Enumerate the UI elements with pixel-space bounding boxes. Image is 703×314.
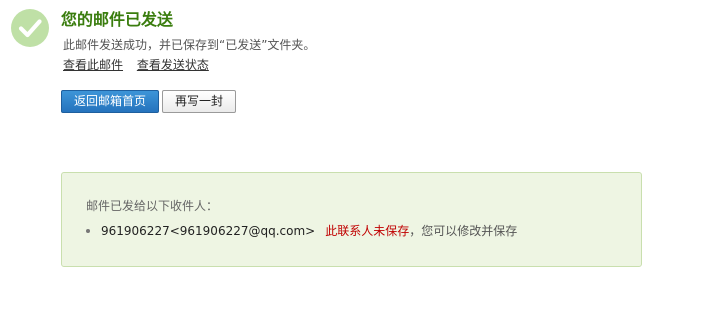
recipients-panel: 邮件已发给以下收件人： 961906227<961906227@qq.com> 此…: [61, 172, 642, 267]
send-success-page: 您的邮件已发送 此邮件发送成功，并已保存到“已发送”文件夹。 查看此邮件 查看发…: [0, 0, 703, 314]
success-message: 此邮件发送成功，并已保存到“已发送”文件夹。: [63, 38, 316, 52]
recipient-item: 961906227<961906227@qq.com> 此联系人未保存，您可以修改…: [86, 223, 517, 239]
page-title: 您的邮件已发送: [61, 10, 174, 29]
recipients-panel-title: 邮件已发给以下收件人：: [86, 199, 219, 213]
contact-not-saved-link[interactable]: 此联系人未保存: [325, 224, 409, 238]
action-links: 查看此邮件 查看发送状态: [63, 57, 219, 73]
view-status-link[interactable]: 查看发送状态: [137, 58, 209, 72]
recipient-address: 961906227<961906227@qq.com>: [101, 224, 316, 238]
write-another-button[interactable]: 再写一封: [162, 90, 237, 113]
back-to-inbox-button[interactable]: 返回邮箱首页: [61, 90, 160, 113]
check-circle-icon: [11, 9, 49, 47]
save-contact-hint: ，您可以修改并保存: [409, 224, 518, 238]
bullet-icon: [86, 228, 90, 233]
view-mail-link[interactable]: 查看此邮件: [63, 58, 123, 72]
